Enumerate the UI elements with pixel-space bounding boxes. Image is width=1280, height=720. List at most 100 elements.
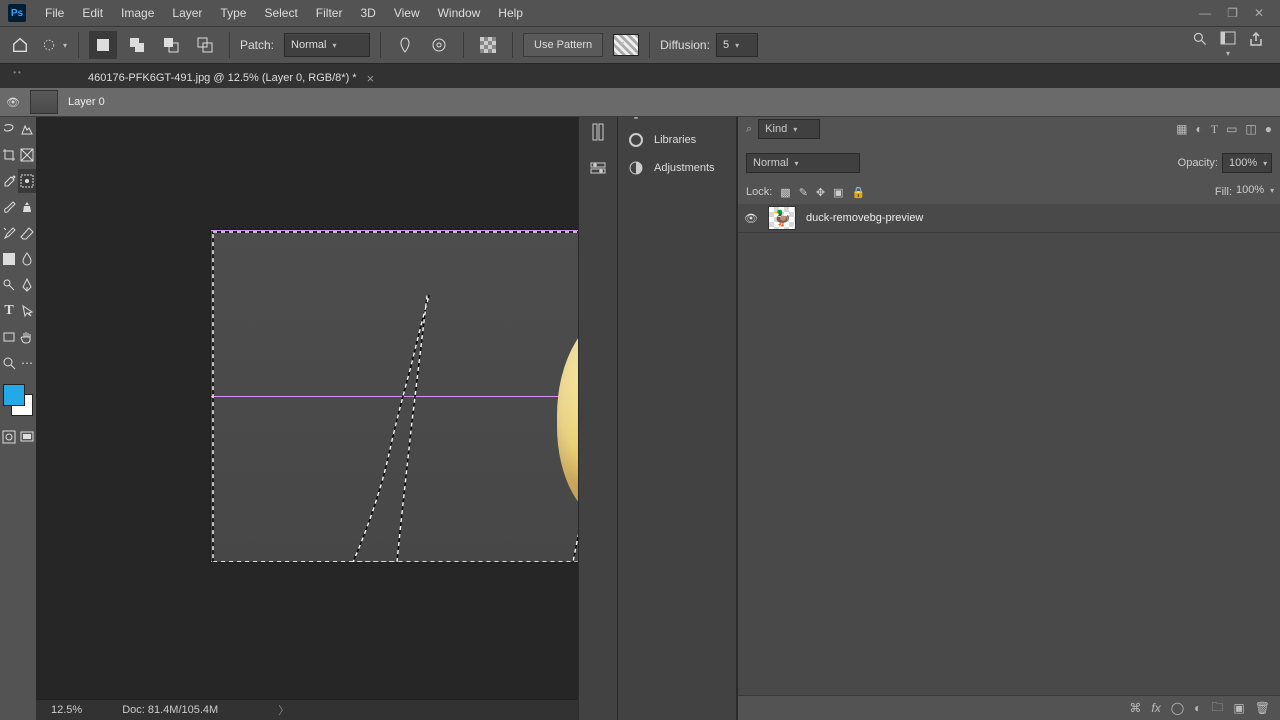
lock-transparent-icon[interactable]: ▩ — [780, 186, 790, 199]
source-icon[interactable] — [391, 31, 419, 59]
filter-shape-icon[interactable]: ▭ — [1226, 122, 1237, 137]
layer-fx-icon[interactable]: fx — [1151, 701, 1160, 715]
menu-3d[interactable]: 3D — [351, 2, 384, 24]
filter-smart-icon[interactable]: ◫ — [1245, 122, 1256, 137]
close-tab-icon[interactable]: × — [367, 71, 375, 86]
blend-mode-dropdown[interactable]: Normal — [746, 153, 860, 173]
menu-edit[interactable]: Edit — [73, 2, 112, 24]
guide-bottom[interactable] — [211, 561, 578, 562]
use-pattern-button[interactable]: Use Pattern — [523, 33, 603, 57]
workspace-icon[interactable] — [1220, 31, 1236, 59]
document-canvas[interactable] — [211, 230, 578, 562]
screenmode-icon[interactable] — [18, 425, 36, 449]
lock-position-icon[interactable]: ✥ — [816, 186, 825, 199]
clone-tool[interactable] — [18, 195, 36, 219]
dodge-tool[interactable] — [0, 273, 18, 297]
new-layer-icon[interactable]: ▣ — [1233, 701, 1244, 715]
crop-tool[interactable] — [0, 143, 18, 167]
menu-image[interactable]: Image — [112, 2, 163, 24]
gradient-tool[interactable] — [0, 247, 18, 271]
menu-help[interactable]: Help — [489, 2, 532, 24]
quickmask-icon[interactable] — [0, 425, 18, 449]
adjustments-panel[interactable]: Adjustments — [618, 154, 736, 182]
home-icon[interactable] — [6, 31, 34, 59]
filter-type-icon[interactable]: T — [1211, 122, 1218, 137]
properties-panel-icon[interactable] — [589, 159, 607, 177]
hand-tool[interactable] — [18, 325, 36, 349]
frame-tool[interactable] — [18, 143, 36, 167]
minimize-icon[interactable]: — — [1199, 6, 1211, 20]
opacity-field[interactable]: 100% — [1222, 153, 1272, 173]
move-tool[interactable] — [0, 91, 18, 115]
layer-row-0[interactable]: 👁 🦆 duck-removebg-preview — [738, 204, 1280, 233]
menu-view[interactable]: View — [385, 2, 429, 24]
add-selection-icon[interactable] — [123, 31, 151, 59]
learn-panel[interactable]: Learn — [618, 98, 736, 126]
diffusion-field[interactable]: 5 — [716, 33, 758, 57]
layer-thumb-0[interactable]: 🦆 — [768, 206, 796, 230]
destination-icon[interactable] — [425, 31, 453, 59]
visibility-toggle-0[interactable]: 👁 — [738, 212, 764, 225]
brush-tool[interactable] — [0, 195, 18, 219]
group-icon[interactable]: 🗀 — [1211, 698, 1223, 719]
guide-top[interactable] — [211, 230, 578, 231]
history-panel-icon[interactable] — [589, 123, 607, 141]
menu-window[interactable]: Window — [429, 2, 490, 24]
zoom-tool[interactable] — [0, 351, 18, 375]
path-select-tool[interactable] — [18, 299, 36, 323]
pen-tool[interactable] — [18, 273, 36, 297]
share-icon[interactable] — [1248, 31, 1264, 59]
lasso-tool[interactable] — [0, 117, 18, 141]
subtract-selection-icon[interactable] — [157, 31, 185, 59]
menu-filter[interactable]: Filter — [307, 2, 352, 24]
tool-preset-icon[interactable] — [40, 31, 68, 59]
search-icon[interactable] — [1192, 31, 1208, 59]
transparent-icon[interactable] — [474, 31, 502, 59]
libraries-panel[interactable]: Libraries — [618, 126, 736, 154]
status-zoom[interactable]: 12.5% — [51, 704, 82, 716]
history-brush-tool[interactable] — [0, 221, 18, 245]
layer-name-0[interactable]: duck-removebg-preview — [806, 212, 923, 224]
filter-pixel-icon[interactable]: ▦ — [1176, 122, 1187, 137]
pattern-swatch[interactable] — [613, 34, 639, 56]
panel-menu-icon[interactable]: ≡ — [1257, 98, 1280, 112]
quick-select-tool[interactable] — [18, 117, 36, 141]
lock-artboard-icon[interactable]: ▣ — [833, 186, 843, 199]
search-small-icon[interactable]: ⌕ — [746, 123, 752, 136]
adjustment-layer-icon[interactable]: ◐ — [1194, 701, 1201, 715]
tab-channels[interactable]: Channels — [791, 90, 857, 112]
lock-pixel-icon[interactable]: ✎ — [799, 186, 808, 199]
new-selection-icon[interactable] — [89, 31, 117, 59]
type-tool[interactable]: T — [0, 299, 18, 323]
filter-kind-dropdown[interactable]: Kind — [758, 119, 820, 139]
guide-middle[interactable] — [211, 396, 578, 397]
healing-tool[interactable] — [18, 169, 36, 193]
tab-layers[interactable]: Layers — [738, 90, 791, 112]
menu-layer[interactable]: Layer — [163, 2, 211, 24]
menu-file[interactable]: File — [36, 2, 73, 24]
color-swatch[interactable] — [1, 382, 35, 418]
menu-select[interactable]: Select — [255, 2, 306, 24]
fill-field[interactable]: 100% — [1236, 184, 1272, 200]
maximize-icon[interactable]: ❐ — [1227, 6, 1238, 20]
more-tools-icon[interactable]: ⋯ — [18, 351, 36, 375]
document-tab[interactable]: 460176-PFK6GT-491.jpg @ 12.5% (Layer 0, … — [78, 65, 384, 90]
menu-type[interactable]: Type — [211, 2, 255, 24]
link-layers-icon[interactable]: ⌘ — [1129, 701, 1141, 715]
eraser-tool[interactable] — [18, 221, 36, 245]
status-caret-icon[interactable]: 〉 — [278, 702, 289, 718]
foreground-color[interactable] — [3, 384, 25, 406]
delete-layer-icon[interactable]: 🗑 — [1255, 701, 1270, 715]
filter-toggle-icon[interactable]: ● — [1265, 122, 1272, 137]
layer-mask-icon[interactable]: ◯ — [1171, 701, 1184, 715]
tab-paths[interactable]: Paths — [858, 90, 906, 112]
eyedropper-tool[interactable] — [0, 169, 18, 193]
close-icon[interactable]: ✕ — [1254, 6, 1264, 20]
lock-all-icon[interactable]: 🔒 — [852, 186, 866, 199]
canvas-area[interactable]: 12.5% Doc: 81.4M/105.4M 〉 — [36, 88, 578, 720]
patch-mode-dropdown[interactable]: Normal — [284, 33, 370, 57]
rectangle-tool[interactable] — [0, 325, 18, 349]
blur-tool[interactable] — [18, 247, 36, 271]
intersect-selection-icon[interactable] — [191, 31, 219, 59]
filter-adjust-icon[interactable]: ◐ — [1195, 122, 1202, 137]
